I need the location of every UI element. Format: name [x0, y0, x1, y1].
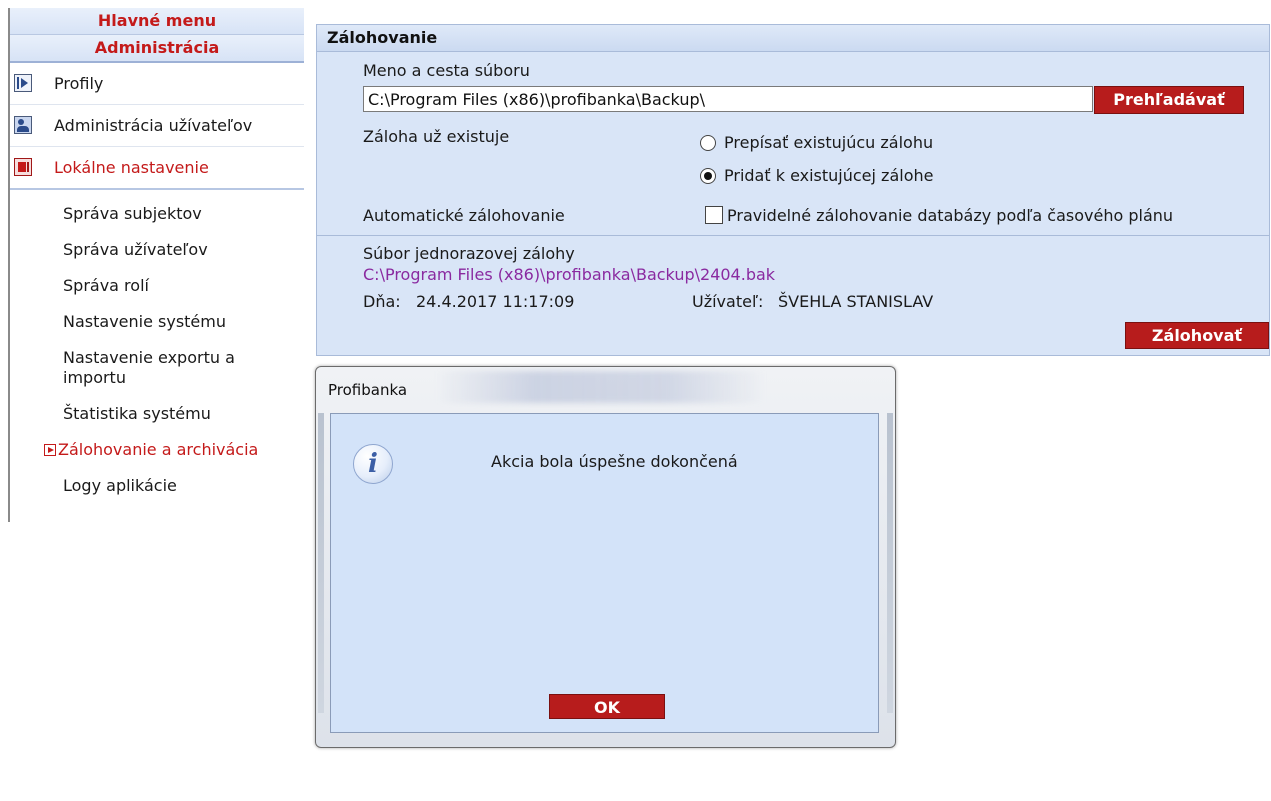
sidebar-item-user-administration[interactable]: Administrácia užívateľov: [10, 105, 304, 147]
users-icon: [14, 116, 32, 134]
dialog-message: Akcia bola úspešne dokončená: [491, 452, 738, 471]
local-settings-icon: [14, 158, 32, 176]
date-label: Dňa:: [363, 292, 401, 311]
append-label[interactable]: Pridať k existujúcej zálohe: [724, 166, 933, 185]
backup-panel: Zálohovanie Meno a cesta súboru Prehľadá…: [316, 24, 1270, 356]
backup-exists-label: Záloha už existuje: [363, 127, 510, 146]
date-value: 24.4.2017 11:17:09: [416, 292, 575, 311]
sidebar-subitem-statistics[interactable]: Štatistika systému: [10, 396, 304, 432]
dialog-frame-left: [318, 413, 324, 713]
sidebar-item-profiles[interactable]: Profily: [10, 63, 304, 105]
dialog-title: Profibanka: [328, 381, 408, 399]
sidebar-subitem-users[interactable]: Správa užívateľov: [10, 232, 304, 268]
main-menu-header[interactable]: Hlavné menu: [10, 8, 304, 35]
profile-icon: [14, 74, 32, 92]
overwrite-label[interactable]: Prepísať existujúcu zálohu: [724, 133, 933, 152]
single-backup-path-link[interactable]: C:\Program Files (x86)\profibanka\Backup…: [363, 265, 775, 284]
dialog-body: i Akcia bola úspešne dokončená OK: [330, 413, 879, 733]
sidebar-subitem-subjects[interactable]: Správa subjektov: [10, 196, 304, 232]
info-icon: i: [353, 444, 393, 484]
sidebar-item-label: Administrácia užívateľov: [54, 116, 253, 135]
sidebar-subitem-logs[interactable]: Logy aplikácie: [10, 468, 304, 504]
append-radio[interactable]: [700, 168, 716, 184]
user-label: Užívateľ:: [692, 292, 764, 311]
section-divider: [317, 235, 1269, 236]
ok-button[interactable]: OK: [549, 694, 665, 719]
selected-arrow-icon: [44, 444, 56, 456]
file-path-input[interactable]: [363, 86, 1093, 112]
backup-button[interactable]: Zálohovať: [1125, 322, 1269, 349]
sidebar-item-label: Zálohovanie a archivácia: [58, 440, 259, 459]
sidebar-item-local-settings[interactable]: Lokálne nastavenie: [10, 147, 304, 190]
file-path-label: Meno a cesta súboru: [363, 61, 530, 80]
sidebar-item-label: Profily: [54, 74, 104, 93]
sidebar-subitem-system-settings[interactable]: Nastavenie systému: [10, 304, 304, 340]
single-backup-label: Súbor jednorazovej zálohy: [363, 244, 575, 263]
dialog-frame-right: [887, 413, 893, 713]
sidebar-subitem-roles[interactable]: Správa rolí: [10, 268, 304, 304]
sidebar-subitem-backup-archive[interactable]: Zálohovanie a archivácia: [10, 432, 304, 468]
sidebar-subitem-export-import[interactable]: Nastavenie exportu a importu: [10, 340, 304, 396]
auto-backup-label: Automatické zálohovanie: [363, 206, 565, 225]
browse-button[interactable]: Prehľadávať: [1094, 86, 1244, 114]
scheduled-backup-checkbox[interactable]: [705, 206, 723, 224]
panel-title: Zálohovanie: [317, 25, 1269, 52]
sidebar-item-label: Lokálne nastavenie: [54, 158, 209, 177]
user-value: ŠVEHLA STANISLAV: [778, 292, 934, 311]
scheduled-backup-label[interactable]: Pravidelné zálohovanie databázy podľa ča…: [727, 206, 1173, 225]
overwrite-radio[interactable]: [700, 135, 716, 151]
administration-header[interactable]: Administrácia: [10, 35, 304, 63]
sidebar-menu: Hlavné menu Administrácia Profily Admini…: [8, 8, 304, 522]
message-dialog: Profibanka i Akcia bola úspešne dokončen…: [315, 366, 896, 748]
title-bar-glass: [436, 371, 766, 403]
